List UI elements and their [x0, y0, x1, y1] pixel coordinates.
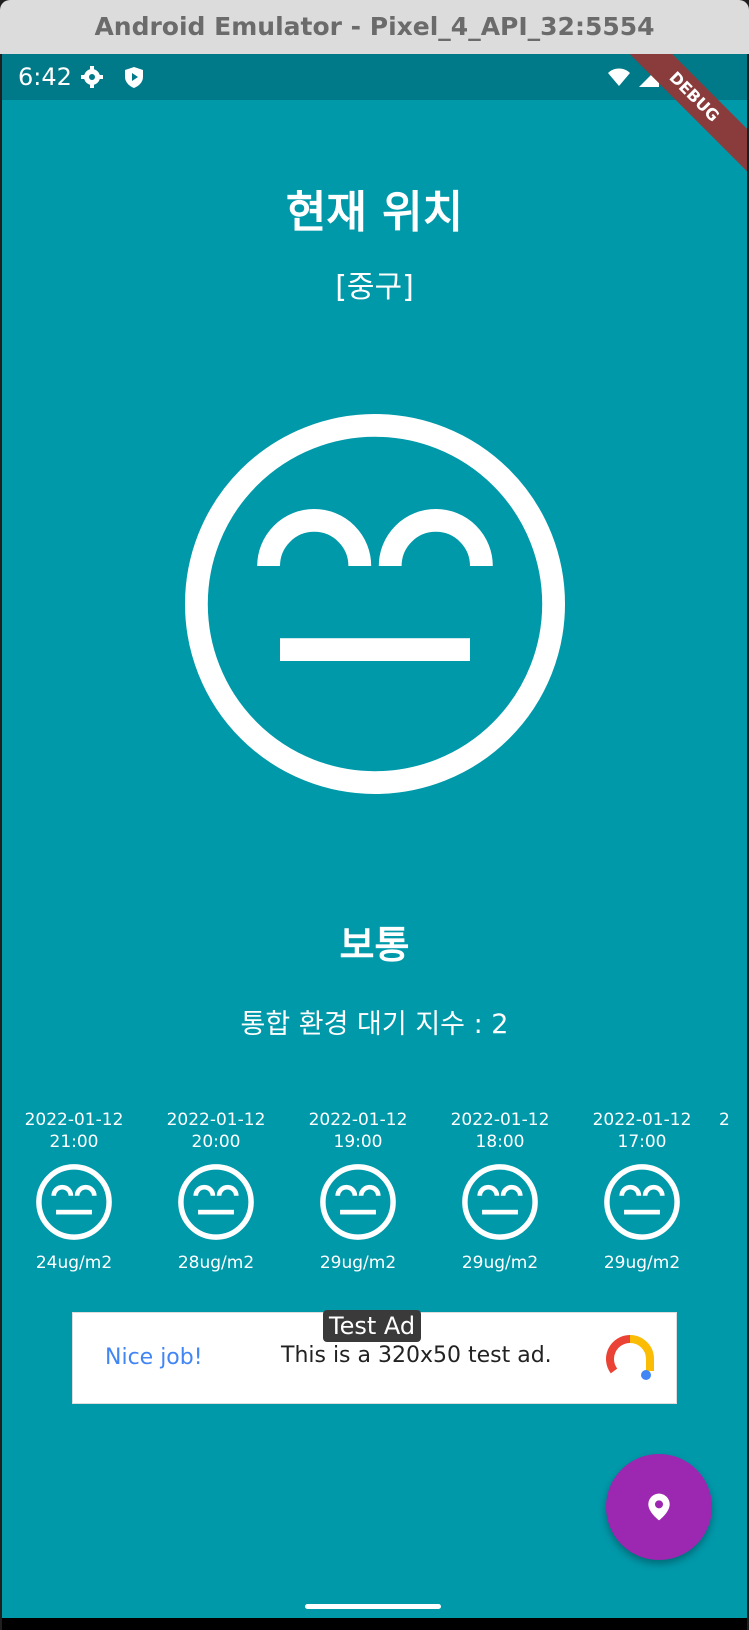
forecast-date: 2022-01-12 [166, 1110, 266, 1130]
emulator-titlebar: Android Emulator - Pixel_4_API_32:5554 [0, 0, 749, 54]
debug-ribbon: DEBUG [616, 54, 747, 175]
status-time: 6:42 [18, 63, 72, 91]
forecast-item: 2022-01-12 18:00 29ug/m2 [435, 1109, 565, 1273]
page-title: 현재 위치 [285, 187, 464, 238]
neutral-face-icon [604, 1164, 680, 1240]
forecast-date: 2022-01-12 [24, 1110, 124, 1130]
forecast-date: 2022-01-12 [592, 1110, 692, 1130]
forecast-value: 24ug/m2 [35, 1253, 113, 1273]
window-title: Android Emulator - Pixel_4_API_32:5554 [94, 12, 655, 41]
forecast-date: 2 [719, 1110, 730, 1130]
neutral-face-icon [320, 1164, 396, 1240]
gear-icon [81, 66, 103, 88]
neutral-face-icon [462, 1164, 538, 1240]
neutral-face-icon [178, 1164, 254, 1240]
forecast-time: 19:00 [333, 1132, 383, 1152]
forecast-value: 29ug/m2 [461, 1253, 539, 1273]
ad-text: This is a 320x50 test ad. [281, 1343, 552, 1368]
ad-nice-job: Nice job! [105, 1345, 203, 1370]
forecast-date: 2022-01-12 [450, 1110, 550, 1130]
forecast-item: 2022-01-12 20:00 28ug/m2 [151, 1109, 281, 1273]
forecast-list[interactable]: 2022-01-12 21:00 24ug/m2 2022-01-12 20:0… [2, 1109, 747, 1299]
forecast-time: 17:00 [617, 1132, 667, 1152]
app-screen: 6:42 DEBUG 현재 위치 [중구] 보통 통합 환경 대기 지수: 2… [2, 54, 747, 1618]
forecast-value: 29ug/m2 [319, 1253, 397, 1273]
forecast-value: 28ug/m2 [177, 1253, 255, 1273]
neutral-face-icon [185, 414, 565, 794]
wifi-icon [608, 68, 630, 86]
forecast-item: 2022-01-12 17:00 29ug/m2 [577, 1109, 707, 1273]
status-bar: 6:42 DEBUG [2, 54, 747, 175]
forecast-value: 29ug/m2 [603, 1253, 681, 1273]
test-ad-label: Test Ad [323, 1310, 422, 1342]
forecast-date: 2022-01-12 [308, 1110, 408, 1130]
air-quality-status: 보통 [339, 923, 410, 967]
forecast-item: 2022-01-12 19:00 29ug/m2 [293, 1109, 423, 1273]
location-pin-icon [648, 1493, 670, 1521]
shield-icon [125, 67, 143, 88]
neutral-face-icon [36, 1164, 112, 1240]
forecast-item: 2022-01-12 21:00 24ug/m2 [9, 1109, 139, 1273]
forecast-time: 21:00 [49, 1132, 99, 1152]
forecast-item: 2 [719, 1109, 747, 1131]
air-quality-index: 통합 환경 대기 지수 : 2 [240, 1009, 509, 1040]
ad-logo-icon [606, 1335, 654, 1380]
home-gesture-handle[interactable] [305, 1604, 441, 1609]
navigation-bar [2, 1618, 747, 1630]
location-fab-button[interactable] [606, 1454, 712, 1560]
location-label: [중구] [335, 270, 414, 305]
emulator-window: Android Emulator - Pixel_4_API_32:5554 6… [0, 0, 749, 1630]
forecast-time: 18:00 [475, 1132, 525, 1152]
forecast-time: 20:00 [191, 1132, 241, 1152]
